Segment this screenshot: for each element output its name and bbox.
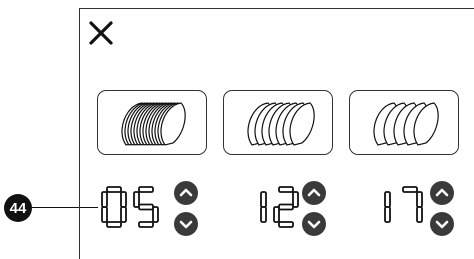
- setting-2-up-button[interactable]: [302, 181, 326, 205]
- digit-segment: [138, 203, 154, 211]
- setting-3-value-text: 17: [0, 0, 1, 1]
- digit-segment: [384, 206, 391, 223]
- setting-2-value: [260, 186, 299, 228]
- digit-segment: [278, 203, 294, 211]
- panel-border-left: [79, 8, 80, 259]
- chevron-up-icon: [435, 188, 449, 197]
- close-icon: [89, 21, 113, 45]
- digit-segment: [120, 206, 127, 223]
- digit-segment: [260, 206, 267, 223]
- digit-segment: [101, 191, 108, 208]
- digit-segment: [292, 191, 299, 208]
- setting-2-value-text: 12: [0, 0, 1, 1]
- slice-mode-dense-button[interactable]: [97, 90, 207, 155]
- setting-3-down-button[interactable]: [430, 212, 454, 236]
- slice-mode-thick-button[interactable]: [349, 90, 459, 155]
- setting-3-up-button[interactable]: [430, 181, 454, 205]
- digit-segment: [273, 206, 280, 223]
- callout-leader-line: [32, 207, 98, 208]
- bread-slices-icon-dense: [121, 102, 186, 146]
- setting-1-value: [101, 186, 159, 228]
- setting-1-value-text: 05: [0, 0, 1, 1]
- chevron-up-icon: [307, 188, 321, 197]
- chevron-down-icon: [179, 220, 193, 229]
- chevron-down-icon: [307, 220, 321, 229]
- slice-mode-medium-button[interactable]: [223, 90, 333, 155]
- chevron-up-icon: [179, 188, 193, 197]
- digit-segment: [138, 221, 154, 228]
- digit-segment: [384, 191, 391, 208]
- bread-slices-icon-thick: [373, 102, 439, 146]
- close-button[interactable]: [88, 20, 114, 46]
- digit-segment: [106, 221, 122, 228]
- digit-segment: [120, 191, 127, 208]
- setting-3-value: [384, 186, 423, 223]
- digit-segment: [416, 206, 423, 223]
- chevron-down-icon: [435, 220, 449, 229]
- digit-segment: [260, 191, 267, 208]
- digit-segment: [402, 186, 418, 193]
- digit-segment: [278, 186, 294, 193]
- bread-slices-icon-medium: [247, 102, 315, 146]
- digit-segment: [133, 191, 140, 208]
- digit-segment: [278, 221, 294, 228]
- setting-1-up-button[interactable]: [174, 181, 198, 205]
- callout-badge: 44: [4, 194, 32, 222]
- callout-number: 44: [9, 199, 27, 217]
- digit-segment: [106, 186, 122, 193]
- setting-1-down-button[interactable]: [174, 212, 198, 236]
- digit-segment: [101, 206, 108, 223]
- digit-segment: [416, 191, 423, 208]
- setting-2-down-button[interactable]: [302, 212, 326, 236]
- digit-segment: [138, 186, 154, 193]
- digit-segment: [152, 206, 159, 223]
- panel-border-top: [79, 8, 474, 9]
